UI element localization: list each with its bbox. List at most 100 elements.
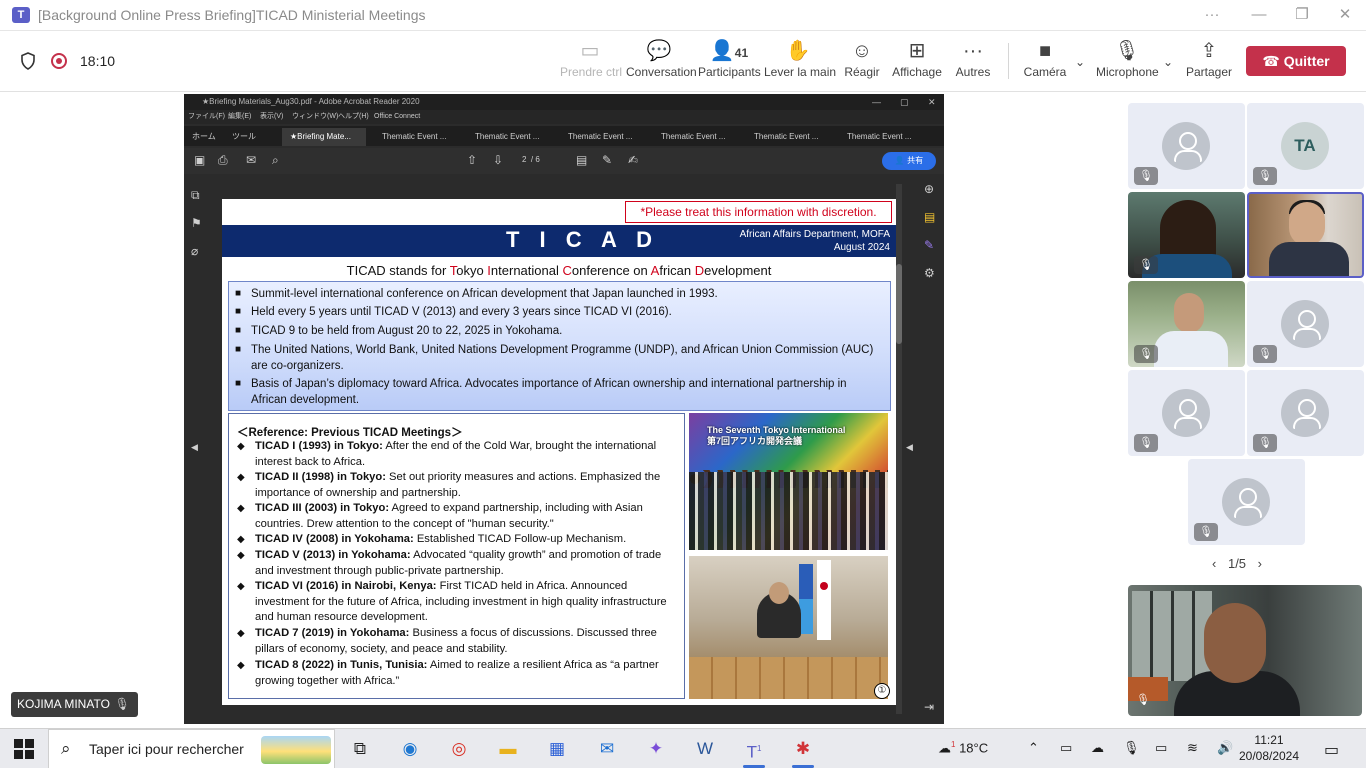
- notification-center-icon[interactable]: ▭: [1324, 740, 1339, 760]
- participant-tile[interactable]: 🎙: [1247, 370, 1364, 456]
- onedrive-cloud-icon[interactable]: ☁: [1091, 740, 1104, 756]
- summary-bullet: Held every 5 years until TICAD V (2013) …: [235, 304, 883, 320]
- meeting-text: Established TICAD Follow-up Mechanism.: [413, 533, 627, 545]
- raise-hand-button[interactable]: ✋ Lever la main: [764, 37, 836, 87]
- mic-muted-icon: 🎙: [1253, 167, 1277, 185]
- copilot-icon[interactable]: ✦: [639, 735, 673, 763]
- bookmark-icon: ⚑: [191, 216, 202, 230]
- menu-edit: 編集(E): [228, 113, 252, 120]
- camera-options-chevron-icon[interactable]: ⌄: [1075, 55, 1085, 69]
- microphone-tray-icon[interactable]: 🎙: [1123, 740, 1140, 756]
- menu-file: ファイル(F): [188, 113, 225, 120]
- avatar-icon: [1281, 300, 1329, 348]
- teams-taskbar-icon[interactable]: T1: [737, 735, 771, 768]
- chrome-browser-icon[interactable]: ◎: [442, 735, 476, 763]
- pdf-scroll-thumb: [896, 264, 902, 344]
- fill-sign-icon: ✎: [924, 238, 935, 252]
- tray-overflow-chevron-icon[interactable]: ⌃: [1028, 740, 1039, 756]
- meet-now-icon[interactable]: ▭: [1060, 740, 1072, 756]
- participant-tile[interactable]: 🎙: [1128, 103, 1245, 189]
- file-explorer-icon[interactable]: ▬: [491, 735, 525, 763]
- user-add-icon: 👤: [894, 156, 905, 165]
- tab-tools: ツール: [232, 132, 256, 141]
- participant-video-tile[interactable]: 🎙: [1128, 281, 1245, 367]
- meeting-name: TICAD VI (2016) in Nairobi, Kenya:: [255, 580, 437, 592]
- more-tools-icon: ⚙: [924, 266, 935, 280]
- acrobat-toolbar: ▣ ⎙ ✉ ⌕ ⇧ ⇩ 2 / 6 ▤ ✎ ✍ 👤 共有: [184, 148, 944, 174]
- taskbar-search[interactable]: ⌕ Taper ici pour rechercher: [48, 729, 335, 768]
- title-bar: T [Background Online Press Briefing]TICA…: [0, 0, 1366, 31]
- mic-options-chevron-icon[interactable]: ⌄: [1163, 55, 1173, 69]
- acrobat-left-rail: ⧉ ⚑ ⌀ ◀: [184, 174, 212, 724]
- tab-briefing-materials: ★Briefing Mate...: [282, 128, 366, 146]
- close-button[interactable]: ✕: [1332, 4, 1358, 26]
- acrobat-maximize-icon: ▢: [900, 97, 909, 107]
- shield-icon[interactable]: [20, 52, 36, 70]
- page-total: / 6: [530, 155, 540, 164]
- definition-prefix: TICAD stands for: [346, 263, 450, 278]
- participant-tile[interactable]: 🎙: [1188, 459, 1305, 545]
- wifi-icon[interactable]: ≋: [1187, 740, 1198, 756]
- react-button[interactable]: ☺ Réagir: [840, 37, 884, 87]
- participant-initials: TA: [1281, 122, 1329, 170]
- meeting-name: TICAD V (2013) in Yokohama:: [255, 549, 411, 561]
- gallery-page-indicator: 1/5: [1227, 556, 1247, 571]
- share-screen-icon: ▭: [580, 40, 600, 62]
- task-view-icon[interactable]: ⧉: [343, 735, 377, 763]
- weather-widget[interactable]: ☁1 18°C: [938, 740, 988, 756]
- participant-tile[interactable]: TA 🎙: [1247, 103, 1364, 189]
- camera-button[interactable]: ■ Caméra: [1022, 37, 1068, 87]
- toolbar-divider: [1008, 43, 1009, 79]
- meeting-name: TICAD III (2003) in Tokyo:: [255, 502, 390, 514]
- prev-page-chevron-icon[interactable]: ‹: [1212, 556, 1216, 571]
- mail-app-icon[interactable]: ✉: [590, 735, 624, 763]
- volume-icon[interactable]: 🔊: [1217, 740, 1233, 756]
- battery-icon[interactable]: ▭: [1155, 740, 1167, 756]
- comment-tool-icon: ▤: [924, 210, 936, 224]
- acrobat-tabs: ホーム ツール ★Briefing Mate... Thematic Event…: [184, 126, 944, 146]
- more-icon: ···: [963, 40, 983, 62]
- participant-video-tile[interactable]: [1247, 192, 1364, 278]
- participant-tile[interactable]: 🎙: [1128, 370, 1245, 456]
- view-button[interactable]: ⊞ Affichage: [892, 37, 942, 87]
- participant-video-tile[interactable]: 🎙: [1128, 192, 1245, 278]
- pen-icon: ✎: [602, 153, 613, 167]
- participants-button[interactable]: 👤41 Participants: [698, 37, 761, 87]
- minimize-button[interactable]: —: [1246, 4, 1272, 26]
- search-icon: ⌕: [61, 739, 71, 758]
- mic-muted-icon: 🎙: [1136, 694, 1150, 706]
- participant-tile[interactable]: 🎙: [1247, 281, 1364, 367]
- store-icon[interactable]: ▦: [540, 735, 574, 763]
- quit-button[interactable]: ☎ Quitter: [1246, 46, 1346, 76]
- self-view-video[interactable]: 🎙: [1128, 585, 1362, 716]
- menu-view: 表示(V): [260, 113, 284, 120]
- microphone-button[interactable]: 🎙 Microphone: [1096, 37, 1159, 87]
- more-options-icon[interactable]: ···: [1199, 4, 1225, 26]
- maximize-button[interactable]: ❐: [1289, 4, 1315, 26]
- take-control-button[interactable]: ▭ Prendre ctrl: [560, 37, 623, 87]
- summary-bullet: The United Nations, World Bank, United N…: [235, 342, 883, 374]
- word-icon[interactable]: W: [688, 735, 722, 763]
- pages-icon: ⧉: [191, 188, 200, 202]
- camera-icon: ■: [1038, 40, 1052, 62]
- pdf-scrollbar: [896, 184, 902, 714]
- chat-icon: 💬: [646, 40, 672, 62]
- start-windows-icon[interactable]: [14, 739, 34, 759]
- next-page-chevron-icon[interactable]: ›: [1258, 556, 1262, 571]
- share-icon: ⇪: [1200, 40, 1218, 62]
- avatar-icon: [1162, 122, 1210, 170]
- conversation-button[interactable]: 💬 Conversation: [626, 37, 697, 87]
- avatar-icon: [1162, 389, 1210, 437]
- tab-thematic-event-2: Thematic Event ...: [475, 132, 540, 141]
- take-control-label: Prendre ctrl: [560, 65, 623, 79]
- reference-title: ＜Reference: Previous TICAD Meetings＞: [237, 427, 463, 439]
- tab-thematic-event-1: Thematic Event ...: [382, 132, 447, 141]
- system-clock[interactable]: 11:21 20/08/2024: [1236, 732, 1302, 764]
- more-button[interactable]: ··· Autres: [952, 37, 994, 87]
- acrobat-taskbar-icon[interactable]: ✱: [786, 735, 820, 768]
- meeting-timer: 18:10: [80, 53, 116, 69]
- meeting-item: TICAD VI (2016) in Nairobi, Kenya: First…: [237, 579, 681, 626]
- edge-browser-icon[interactable]: ◉: [393, 735, 427, 763]
- acrobat-title: ★Briefing Materials_Aug30.pdf - Adobe Ac…: [202, 97, 420, 106]
- share-button[interactable]: ⇪ Partager: [1186, 37, 1232, 87]
